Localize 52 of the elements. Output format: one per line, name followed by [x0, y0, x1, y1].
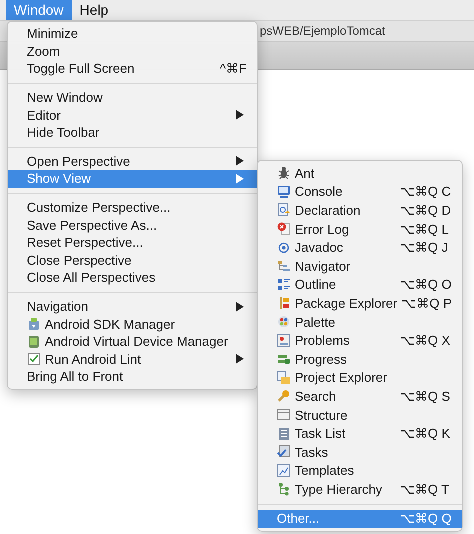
- menu-item[interactable]: Bring All to Front: [8, 368, 257, 386]
- menu-item[interactable]: Show View: [8, 170, 257, 188]
- menu-item[interactable]: Android Virtual Device Manager: [8, 332, 257, 350]
- menu-item[interactable]: Declaration ⌥⌘Q D: [258, 201, 462, 220]
- menu-item[interactable]: Palette: [258, 312, 462, 332]
- shortcut-label: ⌥⌘Q S: [400, 388, 452, 404]
- shortcut-label: ⌥⌘Q C: [400, 184, 452, 200]
- menu-item[interactable]: Ant: [258, 164, 462, 183]
- menu-item[interactable]: Zoom: [8, 42, 257, 60]
- menu-item[interactable]: Open Perspective: [8, 152, 257, 170]
- shortcut-label: ⌥⌘Q P: [402, 296, 454, 311]
- shortcut-label: ⌥⌘Q J: [400, 240, 450, 256]
- shortcut-label: ⌥⌘Q T: [400, 482, 450, 497]
- menu-item[interactable]: Tasks: [258, 442, 462, 462]
- menu-item[interactable]: Search ⌥⌘Q S: [258, 387, 462, 406]
- menu-item[interactable]: Hide Toolbar: [8, 124, 257, 142]
- menu-item[interactable]: Structure: [258, 406, 462, 424]
- shortcut-label: ^⌘F: [220, 61, 247, 76]
- menu-item[interactable]: Console ⌥⌘Q C: [258, 182, 462, 202]
- menu-item[interactable]: Navigation: [8, 298, 257, 316]
- menu-item[interactable]: Navigator: [258, 256, 462, 276]
- menu-item[interactable]: Package Explorer ⌥⌘Q P: [258, 294, 462, 313]
- menu-item[interactable]: Javadoc ⌥⌘Q J: [258, 238, 462, 257]
- menu-item[interactable]: Close Perspective: [8, 252, 257, 270]
- shortcut-label: ⌥⌘Q D: [400, 202, 452, 218]
- menu-item[interactable]: Templates: [258, 462, 462, 480]
- menu-item[interactable]: Save Perspective As...: [8, 216, 257, 234]
- menu-item[interactable]: Run Android Lint: [8, 350, 257, 368]
- menu-bar-item[interactable]: Help: [72, 0, 117, 20]
- menu-item[interactable]: Reset Perspective...: [8, 234, 257, 252]
- menu-item[interactable]: Toggle Full Screen ^⌘F: [8, 60, 257, 78]
- shortcut-label: ⌥⌘Q O: [400, 277, 452, 292]
- shortcut-label: ⌥⌘Q L: [400, 222, 450, 237]
- menu-item[interactable]: Outline ⌥⌘Q O: [258, 276, 462, 294]
- shortcut-label: ⌥⌘Q Q: [400, 511, 452, 526]
- shortcut-label: ⌥⌘Q X: [400, 333, 452, 348]
- shortcut-label: ⌥⌘Q K: [400, 426, 452, 442]
- menu-item[interactable]: Customize Perspective...: [8, 198, 257, 216]
- menu-item[interactable]: Error Log ⌥⌘Q L: [258, 220, 462, 238]
- menu-item[interactable]: Problems ⌥⌘Q X: [258, 331, 462, 350]
- window-title: psWEB/EjemploTomcat: [260, 24, 386, 38]
- menu-item[interactable]: Task List ⌥⌘Q K: [258, 424, 462, 443]
- menu-item[interactable]: Progress: [258, 350, 462, 369]
- menu-item[interactable]: Other... ⌥⌘Q Q: [258, 510, 462, 528]
- menu-bar-item[interactable]: Window: [6, 0, 72, 20]
- menu-item[interactable]: Project Explorer: [258, 368, 462, 388]
- menu-item[interactable]: Type Hierarchy ⌥⌘Q T: [258, 480, 462, 499]
- menu-item[interactable]: New Window: [8, 88, 257, 106]
- menu-item[interactable]: Editor: [8, 106, 257, 124]
- menu-item[interactable]: Close All Perspectives: [8, 269, 257, 287]
- menu-item[interactable]: Minimize: [8, 25, 257, 43]
- menu-item[interactable]: Android SDK Manager: [8, 315, 257, 333]
